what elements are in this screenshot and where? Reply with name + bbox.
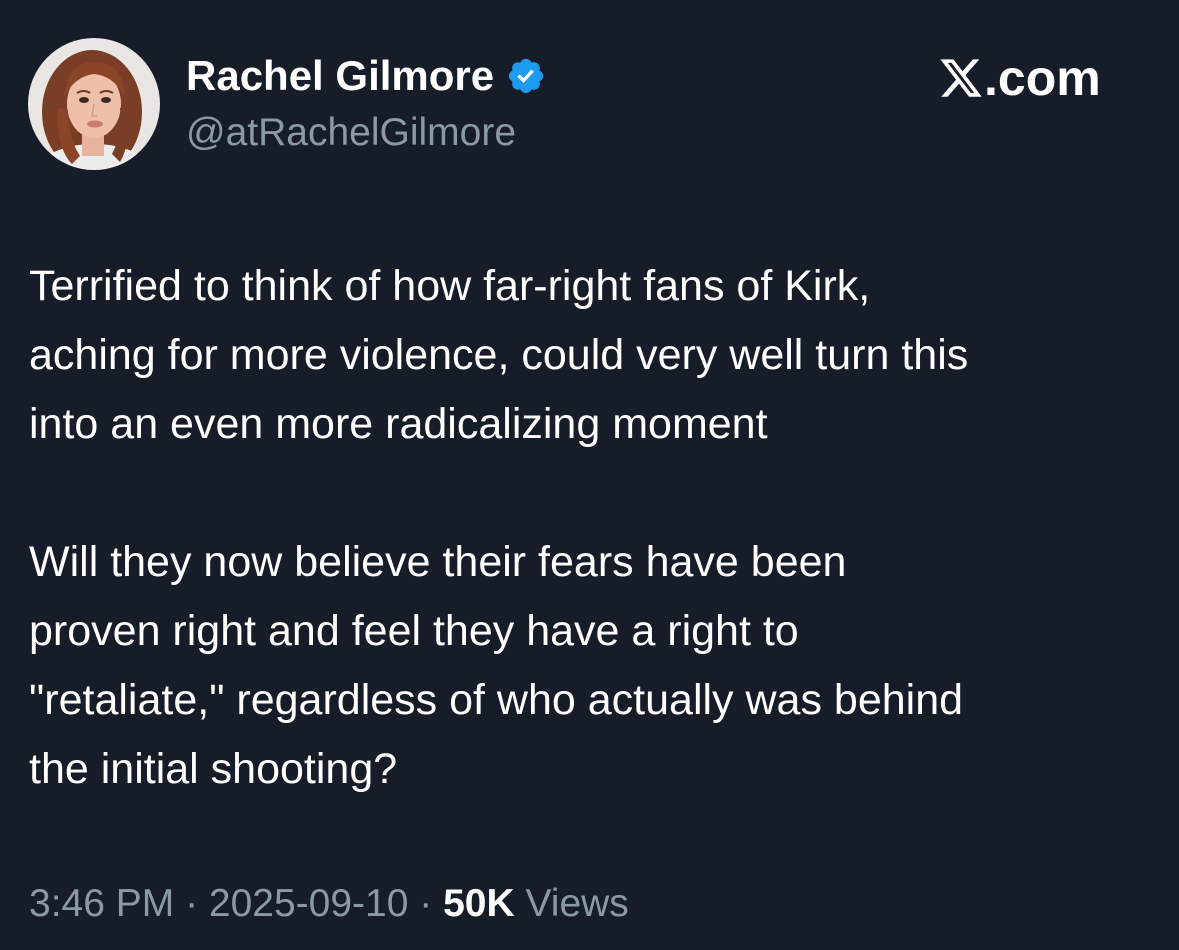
author-name-row: Rachel Gilmore <box>186 52 546 100</box>
brand-watermark: .com <box>938 50 1101 106</box>
author-handle[interactable]: @atRachelGilmore <box>186 110 516 156</box>
tweet-date[interactable]: 2025-09-10 <box>209 882 409 925</box>
views-count[interactable]: 50K <box>443 882 515 925</box>
avatar-photo <box>28 38 160 170</box>
tweet-card: Rachel Gilmore @atRachelGilmore .com Ter… <box>0 0 1179 950</box>
tweet-time[interactable]: 3:46 PM <box>29 882 174 925</box>
tweet-line: into an even more radicalizing moment <box>29 400 768 448</box>
tweet-line: Will they now believe their fears have b… <box>29 538 847 586</box>
tweet-text: Terrified to think of how far-right fans… <box>29 252 1159 804</box>
tweet-line: aching for more violence, could very wel… <box>29 331 969 379</box>
tweet-line: "retaliate," regardless of who actually … <box>29 676 964 724</box>
tweet-meta: 3:46 PM · 2025-09-10 · 50K Views <box>29 878 629 930</box>
meta-separator: · <box>408 882 444 925</box>
x-logo-icon <box>940 59 982 97</box>
author-name[interactable]: Rachel Gilmore <box>186 52 494 100</box>
avatar[interactable] <box>28 38 160 170</box>
tweet-line: proven right and feel they have a right … <box>29 607 799 655</box>
verified-badge-icon <box>509 58 544 94</box>
views-label: Views <box>514 882 629 925</box>
brand-label: .com <box>984 50 1101 106</box>
tweet-line: the initial shooting? <box>29 745 398 793</box>
meta-separator: · <box>174 882 209 925</box>
tweet-line: Terrified to think of how far-right fans… <box>29 262 871 310</box>
